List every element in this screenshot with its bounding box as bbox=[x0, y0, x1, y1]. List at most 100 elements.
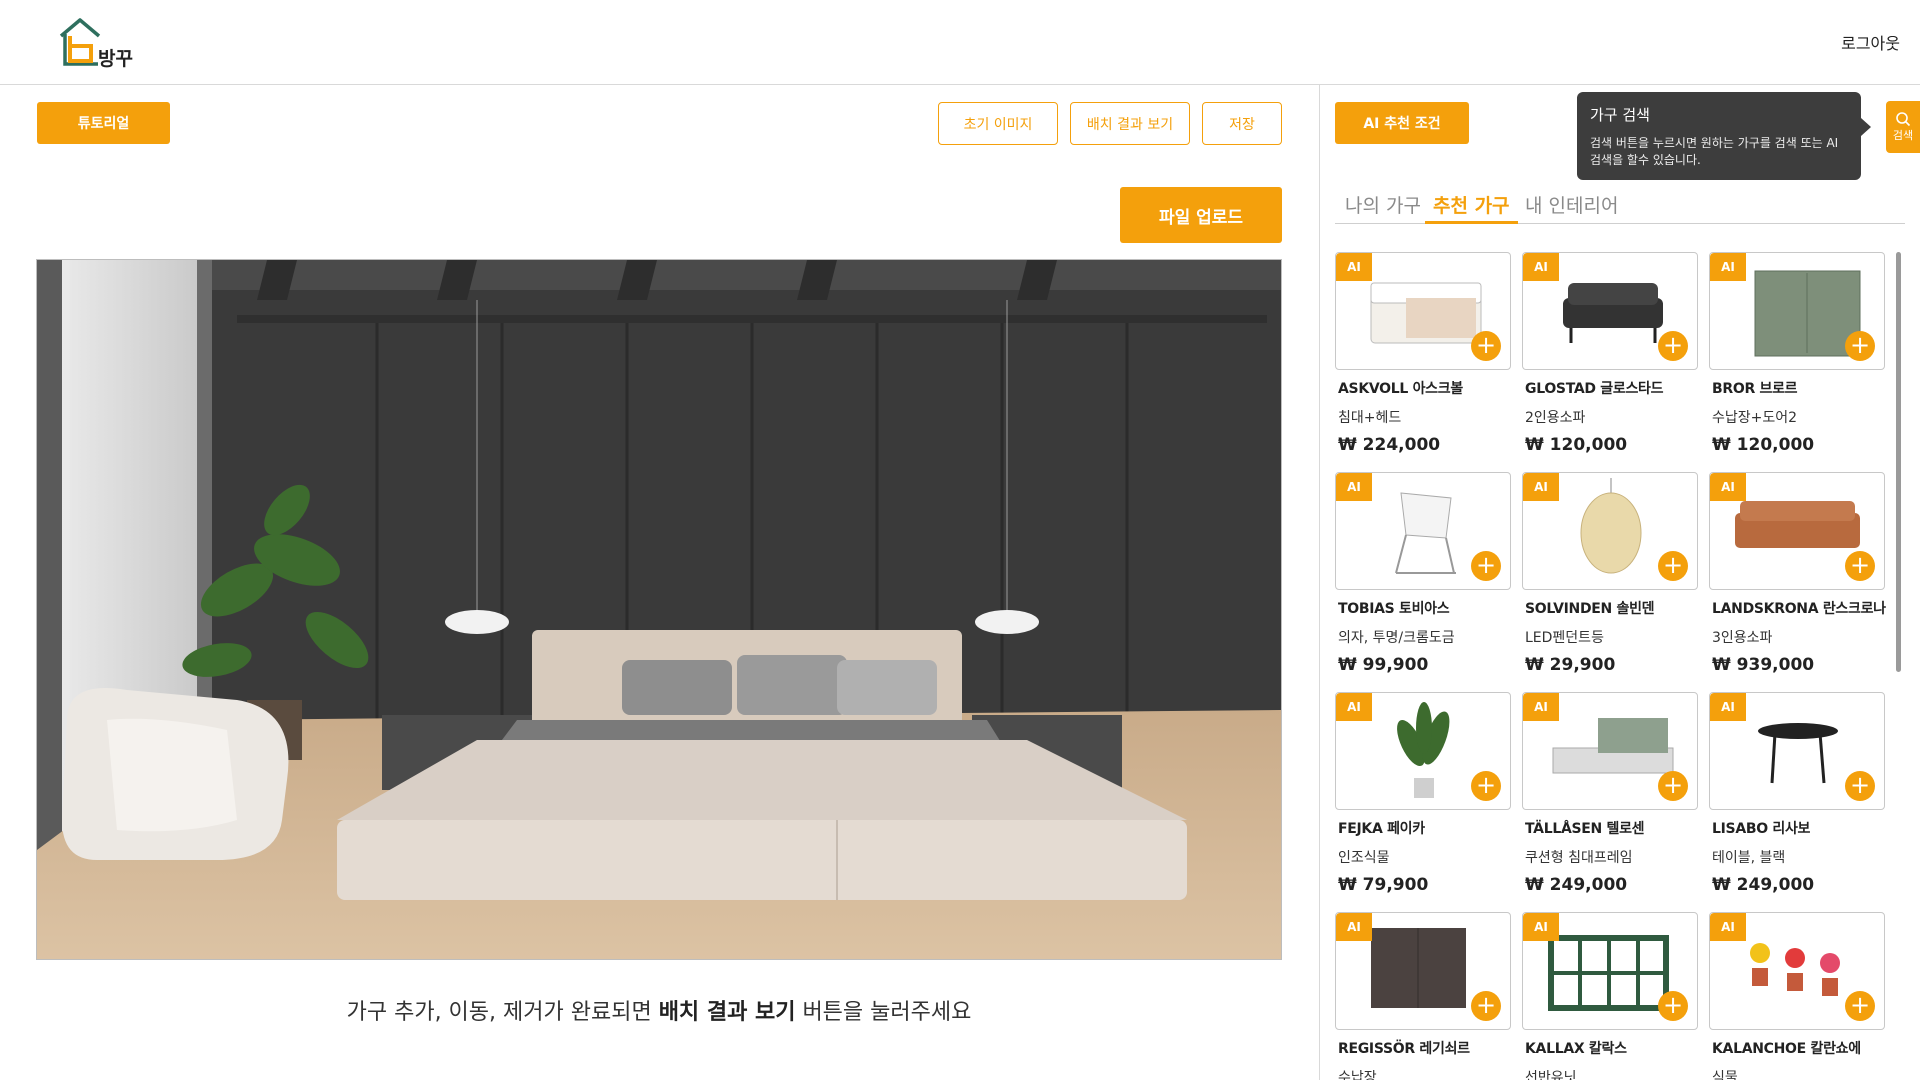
product-price: ₩ 224,000 bbox=[1338, 435, 1441, 455]
product-name: BROR 브로르 bbox=[1712, 381, 1798, 397]
ai-badge: AI bbox=[1710, 473, 1746, 501]
logout-link[interactable]: 로그아웃 bbox=[1841, 30, 1900, 54]
add-furniture-button[interactable]: + bbox=[1845, 551, 1875, 581]
instruction-text: 가구 추가, 이동, 제거가 완료되면 배치 결과 보기 버튼을 눌러주세요 bbox=[346, 1000, 972, 1025]
ai-badge: AI bbox=[1523, 693, 1559, 721]
product-description: LED펜던트등 bbox=[1525, 630, 1604, 646]
add-furniture-button[interactable]: + bbox=[1471, 991, 1501, 1021]
product-name: REGISSÖR 레기쇠르 bbox=[1338, 1041, 1470, 1057]
search-button[interactable]: 검색 bbox=[1886, 101, 1920, 153]
tab-my-furniture[interactable]: 나의 가구 bbox=[1345, 191, 1421, 224]
product-card[interactable]: AI + KALANCHOE 칼란쇼에식물 bbox=[1709, 912, 1885, 1080]
product-thumbnail[interactable]: AI + bbox=[1709, 692, 1885, 810]
product-price: ₩ 249,000 bbox=[1525, 875, 1628, 895]
product-card[interactable]: AI + FEJKA 페이카인조식물 ₩ 79,900 bbox=[1335, 692, 1511, 912]
ai-badge: AI bbox=[1336, 693, 1372, 721]
product-description: 테이블, 블랙 bbox=[1712, 850, 1786, 866]
save-button[interactable]: 저장 bbox=[1202, 102, 1282, 145]
product-card[interactable]: AI + TÄLLÅSEN 텔로센쿠션형 침대프레임 ₩ 249,000 bbox=[1522, 692, 1698, 912]
product-description: 선반유닛 bbox=[1525, 1070, 1577, 1080]
view-result-button[interactable]: 배치 결과 보기 bbox=[1070, 102, 1190, 145]
product-description: 인조식물 bbox=[1338, 850, 1390, 866]
add-furniture-button[interactable]: + bbox=[1658, 771, 1688, 801]
product-card[interactable]: AI + GLOSTAD 글로스타드 2인용소파 ₩ 120,000 bbox=[1522, 252, 1698, 472]
product-name: TÄLLÅSEN 텔로센 bbox=[1525, 821, 1645, 837]
product-thumbnail[interactable]: AI + bbox=[1335, 912, 1511, 1030]
add-furniture-button[interactable]: + bbox=[1471, 771, 1501, 801]
product-thumbnail[interactable]: AI + bbox=[1522, 692, 1698, 810]
product-thumbnail[interactable]: AI + bbox=[1709, 472, 1885, 590]
product-name: SOLVINDEN 솔빈덴 bbox=[1525, 601, 1655, 617]
add-furniture-button[interactable]: + bbox=[1845, 331, 1875, 361]
product-description: 쿠션형 침대프레임 bbox=[1525, 850, 1633, 866]
product-card[interactable]: AI + REGISSÖR 레기쇠르수납장 bbox=[1335, 912, 1511, 1080]
product-description: 의자, 투명/크롬도금 bbox=[1338, 630, 1455, 646]
add-furniture-button[interactable]: + bbox=[1658, 551, 1688, 581]
product-scrollbar[interactable] bbox=[1896, 252, 1901, 672]
product-price: ₩ 249,000 bbox=[1712, 875, 1815, 895]
product-thumbnail[interactable]: AI + bbox=[1522, 472, 1698, 590]
ai-conditions-button[interactable]: AI 추천 조건 bbox=[1335, 102, 1469, 144]
ai-badge: AI bbox=[1523, 473, 1559, 501]
add-furniture-button[interactable]: + bbox=[1658, 331, 1688, 361]
product-name: LISABO 리사보 bbox=[1712, 821, 1811, 837]
product-thumbnail[interactable]: AI + bbox=[1335, 692, 1511, 810]
brand-logo[interactable]: 방꾸 bbox=[58, 14, 148, 70]
panel-divider bbox=[1319, 85, 1320, 1080]
tutorial-button[interactable]: 튜토리얼 bbox=[37, 102, 170, 144]
add-furniture-button[interactable]: + bbox=[1845, 991, 1875, 1021]
product-thumbnail[interactable]: AI + bbox=[1709, 252, 1885, 370]
add-furniture-button[interactable]: + bbox=[1471, 331, 1501, 361]
product-card[interactable]: AI + LISABO 리사보테이블, 블랙 ₩ 249,000 bbox=[1709, 692, 1885, 912]
product-description: 수납장+도어2 bbox=[1712, 410, 1798, 426]
product-thumbnail[interactable]: AI + bbox=[1522, 252, 1698, 370]
product-price: ₩ 120,000 bbox=[1712, 435, 1815, 455]
product-price: ₩ 120,000 bbox=[1525, 435, 1628, 455]
product-name: GLOSTAD 글로스타드 bbox=[1525, 381, 1664, 397]
ai-badge: AI bbox=[1710, 253, 1746, 281]
file-upload-button[interactable]: 파일 업로드 bbox=[1120, 187, 1282, 243]
instruction-bold: 배치 결과 보기 bbox=[658, 1000, 796, 1025]
search-icon bbox=[1896, 112, 1911, 127]
tab-recommended[interactable]: 추천 가구 bbox=[1425, 191, 1518, 224]
product-price: ₩ 99,900 bbox=[1338, 655, 1429, 675]
product-description: 수납장 bbox=[1338, 1070, 1377, 1080]
ai-badge: AI bbox=[1336, 913, 1372, 941]
product-card[interactable]: AI + ASKVOLL 아스크볼침대+헤드 ₩ 224,000 bbox=[1335, 252, 1511, 472]
app-header: 방꾸 로그아웃 bbox=[0, 0, 1920, 85]
add-furniture-button[interactable]: + bbox=[1658, 991, 1688, 1021]
product-card[interactable]: AI + TOBIAS 토비아스 의자, 투명/크롬도금 ₩ 99,900 bbox=[1335, 472, 1511, 692]
product-thumbnail[interactable]: AI + bbox=[1335, 472, 1511, 590]
product-grid: AI + ASKVOLL 아스크볼 침대+헤드 ₩ 224,000 AI + GLOSTAD … bbox=[1335, 252, 1895, 1080]
product-thumbnail[interactable]: AI + bbox=[1709, 912, 1885, 1030]
product-description: 2인용소파 bbox=[1525, 410, 1586, 426]
product-thumbnail[interactable]: AI + bbox=[1335, 252, 1511, 370]
product-thumbnail[interactable]: AI + bbox=[1522, 912, 1698, 1030]
initial-image-button[interactable]: 초기 이미지 bbox=[938, 102, 1058, 145]
furniture-tabs: 나의 가구 추천 가구 내 인테리어 bbox=[1335, 183, 1905, 224]
product-name: KALLAX 칼락스 bbox=[1525, 1041, 1627, 1057]
product-card[interactable]: AI + SOLVINDEN 솔빈덴 LED펜던트등 ₩ 29,900 bbox=[1522, 472, 1698, 692]
product-description: 침대+헤드 bbox=[1338, 410, 1402, 426]
product-price: ₩ 29,900 bbox=[1525, 655, 1616, 675]
product-price: ₩ 79,900 bbox=[1338, 875, 1429, 895]
ai-badge: AI bbox=[1523, 253, 1559, 281]
product-card[interactable]: AI + KALLAX 칼락스선반유닛 bbox=[1522, 912, 1698, 1080]
room-photo[interactable] bbox=[36, 259, 1282, 960]
product-name: KALANCHOE 칼란쇼에 bbox=[1712, 1041, 1861, 1057]
product-description: 식물 bbox=[1712, 1070, 1738, 1080]
tooltip-body: 검색 버튼을 누르시면 원하는 가구를 검색 또는 AI 검색을 할수 있습니다… bbox=[1590, 136, 1839, 167]
product-card[interactable]: AI + BROR 브로르수납장+도어2 ₩ 120,000 bbox=[1709, 252, 1885, 472]
search-tooltip: 가구 검색 검색 버튼을 누르시면 원하는 가구를 검색 또는 AI 검색을 할… bbox=[1577, 92, 1871, 180]
product-name: ASKVOLL 아스크볼 bbox=[1338, 381, 1463, 397]
add-furniture-button[interactable]: + bbox=[1471, 551, 1501, 581]
product-card[interactable]: AI + LANDSKRONA 란스크로나 3인용소파 ₩ 939,000 bbox=[1709, 472, 1886, 692]
ai-badge: AI bbox=[1336, 253, 1372, 281]
product-description: 3인용소파 bbox=[1712, 630, 1773, 646]
ai-badge: AI bbox=[1523, 913, 1559, 941]
search-label: 검색 bbox=[1892, 129, 1914, 142]
brand-name: 방꾸 bbox=[98, 48, 133, 70]
add-furniture-button[interactable]: + bbox=[1845, 771, 1875, 801]
tab-my-interior[interactable]: 내 인테리어 bbox=[1525, 191, 1618, 224]
product-name: FEJKA 페이카 bbox=[1338, 821, 1425, 837]
